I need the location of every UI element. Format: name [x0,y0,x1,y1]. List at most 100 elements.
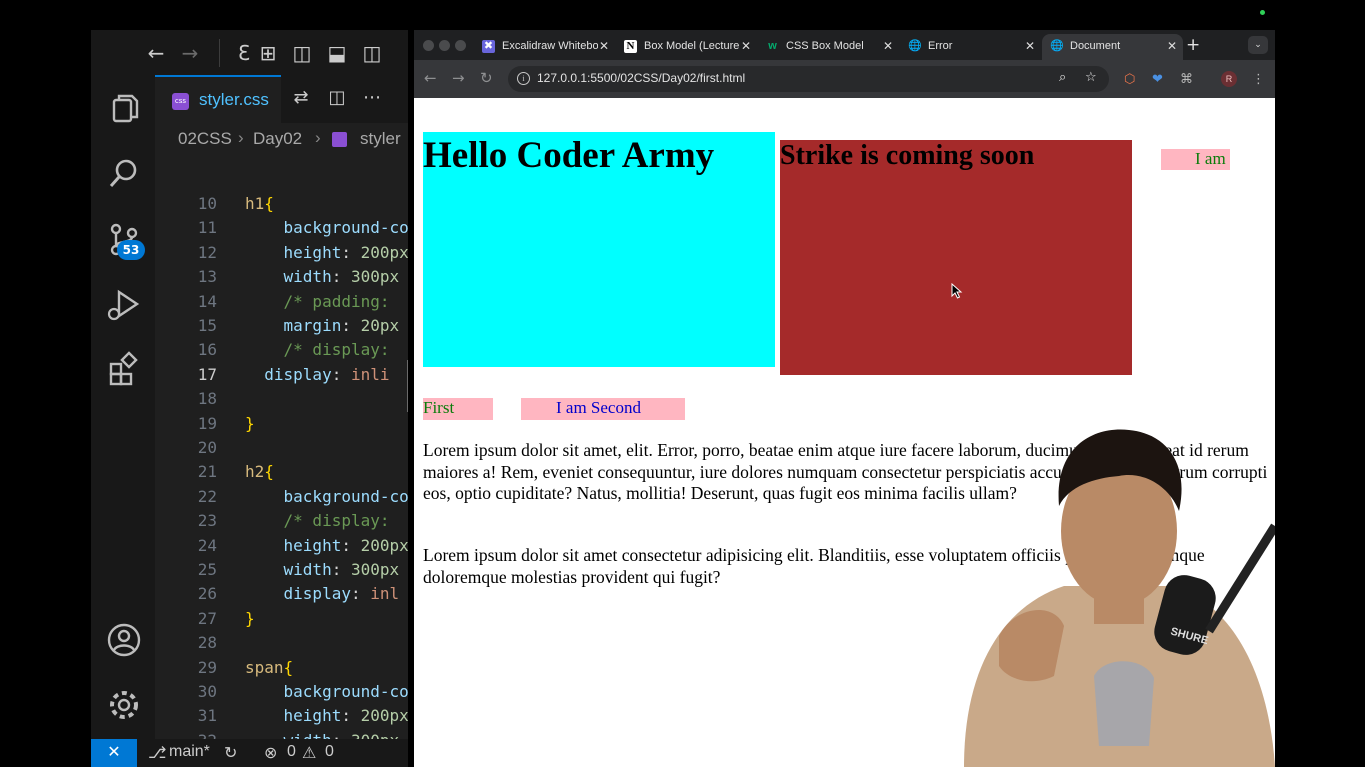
warning-icon[interactable]: ⚠ [302,743,316,763]
forward-arrow-icon[interactable]: → [177,40,203,66]
code-token: background-co [245,218,408,238]
browser-tab[interactable]: w CSS Box Model ✕ [758,34,899,60]
extensions-icon[interactable] [105,350,143,388]
account-icon[interactable] [105,621,143,659]
url-text[interactable]: 127.0.0.1:5500/02CSS/Day02/first.html [537,71,745,85]
line-number: 11 [197,218,217,238]
run-debug-icon[interactable] [105,285,143,323]
code-line[interactable]: h2{ [245,462,274,481]
chevron-right-icon: › [238,128,244,147]
code-line[interactable]: } [245,414,255,433]
code-line[interactable]: background-co [245,487,408,506]
minimize-window-button[interactable] [439,40,450,51]
h1-cyan-box: Hello Coder Army [423,132,775,367]
line-number: 25 [197,560,217,579]
code-line[interactable]: h1{ [245,194,274,213]
customize-layout-icon[interactable]: ⊞ [255,40,281,66]
close-tab-icon[interactable]: ✕ [599,39,609,53]
split-editor-icon[interactable]: ◫ [325,87,349,108]
breadcrumb-item[interactable]: Day02 [253,129,302,149]
code-line[interactable]: height: 200px [245,243,408,262]
close-tab-icon[interactable]: ✕ [1167,39,1177,53]
close-window-button[interactable] [423,40,434,51]
code-token: } [245,608,255,628]
editor-scrollbar[interactable] [407,360,408,412]
more-actions-icon[interactable]: ⋯ [360,87,384,108]
code-line[interactable]: } [245,609,255,628]
globe-icon: 🌐 [1050,40,1064,52]
zoom-magnifier-icon[interactable]: ⌕ [1059,70,1066,85]
close-tab-icon[interactable]: ✕ [883,39,893,53]
line-number: 10 [197,194,217,213]
code-line[interactable]: height: 200px [245,706,408,725]
close-tab-icon[interactable]: ✕ [741,39,751,53]
profile-avatar[interactable]: R [1221,71,1237,87]
site-info-icon[interactable]: i [517,72,530,85]
code-token: : [331,364,351,384]
code-line[interactable]: margin: 20px [245,316,400,335]
code-line[interactable]: width: 300px [245,560,400,579]
code-line[interactable]: display: inl [245,584,400,603]
code-line[interactable]: display: inli [245,364,389,384]
breadcrumb-item[interactable]: styler [360,129,401,149]
code-line[interactable]: /* display: [245,340,390,359]
code-token: 300px [350,560,400,579]
toggle-panel-icon[interactable]: ⬓ [324,40,350,66]
branch-name[interactable]: main* [169,743,210,761]
reload-icon[interactable]: ↻ [480,69,493,87]
back-arrow-icon[interactable]: ← [143,40,169,66]
new-tab-button[interactable]: + [1186,35,1200,55]
code-token: background-co [245,682,408,701]
toggle-secondary-sidebar-icon[interactable]: ◫ [359,40,385,66]
extension-icon[interactable]: ❤ [1152,72,1163,87]
search-icon[interactable] [105,155,143,193]
code-token: display [245,364,332,384]
toggle-primary-sidebar-icon[interactable]: ◫ [289,40,315,66]
code-token: 300px [350,267,400,287]
code-token: : [341,242,361,262]
bookmark-star-icon[interactable]: ☆ [1085,70,1097,85]
code-token: : [331,267,351,287]
tab-styler-css[interactable]: css styler.css [155,75,281,123]
copilot-icon[interactable]: Ɛ [231,40,257,66]
code-line[interactable]: background-co [245,682,408,701]
browser-tab[interactable]: ✖ Excalidraw Whiteboard ✕ [474,34,615,60]
remote-indicator-icon[interactable]: ✕ [91,739,137,767]
extension-icon[interactable]: ⬡ [1124,72,1135,87]
code-line[interactable]: height: 200px [245,536,408,555]
breadcrumb: 02CSS › Day02 › styler [155,123,408,155]
activity-bar: 53 [91,75,155,739]
browser-tab-active[interactable]: 🌐 Document ✕ [1042,34,1183,60]
zoom-window-button[interactable] [455,40,466,51]
code-token: width [245,267,332,287]
browser-tab[interactable]: 🌐 Error ✕ [900,34,1041,60]
code-line[interactable]: width: 300px [245,267,400,287]
extensions-puzzle-icon[interactable]: ⌘ [1180,72,1193,87]
close-tab-icon[interactable]: ✕ [1025,39,1035,53]
forward-arrow-icon[interactable]: → [452,69,465,87]
back-arrow-icon[interactable]: ← [424,69,437,87]
code-line[interactable]: /* display: [245,511,390,530]
error-icon[interactable]: ⊗ [264,743,277,763]
code-line[interactable]: /* padding: [245,292,399,311]
breadcrumb-item[interactable]: 02CSS [178,129,232,149]
code-line[interactable]: span{ [245,658,293,677]
code-line[interactable]: background-co [245,218,408,237]
explorer-icon[interactable] [105,90,143,128]
compare-changes-icon[interactable]: ⇄ [289,87,313,108]
line-number: 13 [197,267,217,287]
notion-icon: N [624,40,637,53]
code-token: /* display: [245,511,390,531]
browser-menu-icon[interactable]: ⋮ [1252,72,1265,87]
code-editor[interactable]: 10 h1{11 background-co 12 height: 200px 13 … [155,155,408,739]
code-line[interactable]: width: 300px [245,731,400,739]
tab-label: Document [1070,40,1121,52]
browser-tab[interactable]: N Box Model (Lecture ✕ [616,34,757,60]
code-token: height [245,535,342,555]
address-bar[interactable]: i 127.0.0.1:5500/02CSS/Day02/first.html … [508,66,1109,92]
line-number: 17 [197,364,217,384]
tab-search-chevron-icon[interactable]: ⌄ [1248,36,1268,54]
line-number: 28 [197,633,217,653]
settings-gear-icon[interactable] [105,686,143,724]
sync-icon[interactable]: ↻ [224,743,237,763]
